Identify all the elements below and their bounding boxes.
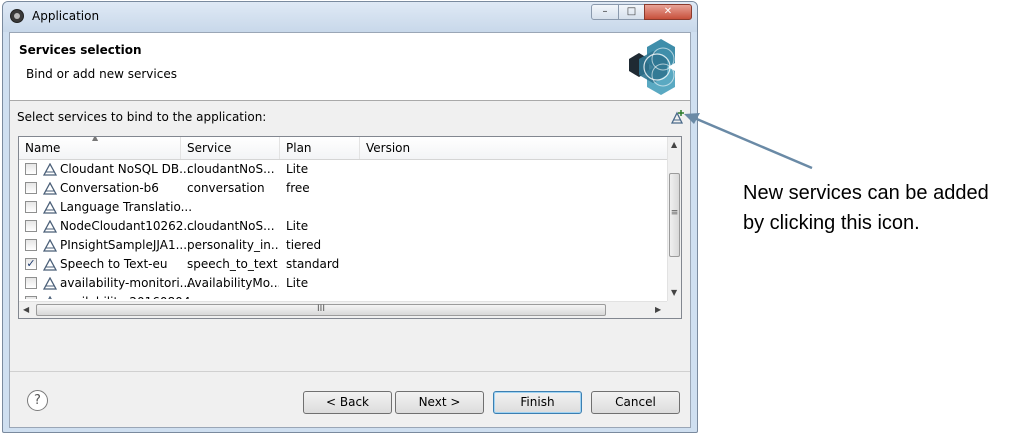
service-icon bbox=[43, 239, 57, 252]
table-row[interactable]: availability-monitori... AvailabilityMo..… bbox=[19, 274, 667, 293]
row-checkbox[interactable] bbox=[25, 182, 37, 194]
service-icon bbox=[43, 163, 57, 176]
services-table: Name ▲ Service Plan Version Cloudant NoS… bbox=[18, 136, 682, 319]
page-title: Services selection bbox=[19, 43, 142, 57]
table-header: Name ▲ Service Plan Version bbox=[19, 137, 667, 160]
row-checkbox[interactable]: ✓ bbox=[25, 258, 37, 270]
service-plan-cell: tiered bbox=[286, 238, 322, 252]
service-icon bbox=[43, 277, 57, 290]
service-type-cell: speech_to_text bbox=[187, 257, 278, 271]
row-checkbox[interactable] bbox=[25, 296, 37, 299]
footer-divider bbox=[10, 371, 690, 372]
table-row[interactable]: availability-20160804... bbox=[19, 293, 667, 299]
next-button[interactable]: Next > bbox=[395, 391, 484, 414]
service-type-cell bbox=[187, 293, 279, 299]
table-row[interactable]: PInsightSampleJJA1... personality_in... ti… bbox=[19, 236, 667, 255]
table-row[interactable]: Conversation-b6 conversation free bbox=[19, 179, 667, 198]
table-row[interactable]: Cloudant NoSQL DB... cloudantNoS... Lite bbox=[19, 160, 667, 179]
back-button[interactable]: < Back bbox=[303, 391, 392, 414]
column-header-version[interactable]: Version bbox=[360, 137, 667, 159]
service-name-cell: availability-20160804... bbox=[60, 293, 195, 299]
service-icon bbox=[43, 258, 57, 271]
service-icon bbox=[43, 182, 57, 195]
annotation-line-1: New services can be added bbox=[743, 182, 989, 204]
annotation-text: New services can be added by clicking th… bbox=[743, 178, 989, 238]
horizontal-scrollbar[interactable]: ◀ III ▶ bbox=[19, 301, 667, 318]
service-icon bbox=[48, 296, 52, 299]
hexagon-logo-icon bbox=[629, 39, 675, 95]
scroll-up-icon[interactable]: ▲ bbox=[671, 140, 677, 149]
horizontal-scroll-thumb[interactable]: III bbox=[36, 304, 606, 316]
finish-button[interactable]: Finish bbox=[493, 391, 582, 414]
maximize-button[interactable]: □ bbox=[618, 4, 645, 20]
dialog-body: Services selection Bind or add new servi… bbox=[9, 32, 691, 428]
table-row[interactable]: NodeCloudant10262... cloudantNoS... Lite bbox=[19, 217, 667, 236]
service-type-cell: AvailabilityMo... bbox=[187, 276, 279, 290]
row-checkbox[interactable] bbox=[25, 239, 37, 251]
title-bar[interactable]: Application – □ ✕ bbox=[3, 2, 697, 32]
scroll-down-icon[interactable]: ▼ bbox=[671, 288, 677, 297]
cancel-button[interactable]: Cancel bbox=[591, 391, 680, 414]
service-name-cell: PInsightSampleJJA1... bbox=[60, 238, 188, 252]
table-row[interactable]: ✓ Speech to Text-eu speech_to_text standard bbox=[19, 255, 667, 274]
scroll-left-icon[interactable]: ◀ bbox=[23, 305, 29, 314]
scroll-corner bbox=[667, 301, 681, 318]
vertical-scroll-thumb[interactable]: ≡ bbox=[669, 173, 680, 257]
vertical-scrollbar[interactable]: ▲ ≡ ▼ bbox=[667, 137, 681, 301]
service-plan-cell bbox=[286, 293, 356, 299]
service-type-cell: cloudantNoS... bbox=[187, 162, 275, 176]
application-window: Application – □ ✕ Services selection Bin… bbox=[2, 1, 698, 433]
window-title: Application bbox=[32, 9, 100, 23]
service-icon bbox=[43, 220, 57, 233]
service-name-cell: NodeCloudant10262... bbox=[60, 219, 195, 233]
column-header-service[interactable]: Service bbox=[181, 137, 280, 159]
service-name-cell: Cloudant NoSQL DB... bbox=[60, 162, 191, 176]
scroll-right-icon[interactable]: ▶ bbox=[655, 305, 661, 314]
row-checkbox[interactable] bbox=[25, 220, 37, 232]
help-icon[interactable]: ? bbox=[27, 390, 48, 411]
row-checkbox[interactable] bbox=[25, 163, 37, 175]
row-checkbox[interactable] bbox=[25, 201, 37, 213]
service-name-cell: Language Translatio... bbox=[60, 200, 193, 214]
service-name-cell: availability-monitori... bbox=[60, 276, 192, 290]
row-checkbox[interactable] bbox=[25, 277, 37, 289]
service-type-cell bbox=[187, 198, 279, 217]
sort-ascending-icon: ▲ bbox=[92, 136, 99, 142]
table-row[interactable]: Language Translatio... bbox=[19, 198, 667, 217]
annotation-line-2: by clicking this icon. bbox=[743, 212, 920, 234]
service-plan-cell: Lite bbox=[286, 276, 309, 290]
service-plan-cell: standard bbox=[286, 257, 340, 271]
page-subtitle: Bind or add new services bbox=[26, 67, 177, 81]
service-type-cell: personality_in... bbox=[187, 238, 279, 252]
service-name-cell: Speech to Text-eu bbox=[60, 257, 168, 271]
table-body: Cloudant NoSQL DB... cloudantNoS... Lite Co… bbox=[19, 160, 667, 299]
service-plan-cell: free bbox=[286, 181, 310, 195]
service-name-cell: Conversation-b6 bbox=[60, 181, 159, 195]
service-plan-cell bbox=[286, 198, 356, 217]
service-type-cell: conversation bbox=[187, 181, 265, 195]
close-button[interactable]: ✕ bbox=[644, 4, 692, 20]
wizard-header: Services selection Bind or add new servi… bbox=[10, 33, 690, 101]
service-plan-cell: Lite bbox=[286, 219, 309, 233]
column-header-plan[interactable]: Plan bbox=[280, 137, 360, 159]
add-service-icon[interactable] bbox=[669, 109, 685, 125]
service-icon bbox=[43, 201, 57, 214]
vscroll-grip: ≡ bbox=[670, 208, 679, 218]
service-type-cell: cloudantNoS... bbox=[187, 219, 275, 233]
column-header-name[interactable]: Name bbox=[19, 137, 181, 159]
service-plan-cell: Lite bbox=[286, 162, 309, 176]
select-services-label: Select services to bind to the applicati… bbox=[17, 110, 267, 124]
minimize-button[interactable]: – bbox=[591, 4, 619, 20]
app-icon bbox=[10, 9, 24, 23]
